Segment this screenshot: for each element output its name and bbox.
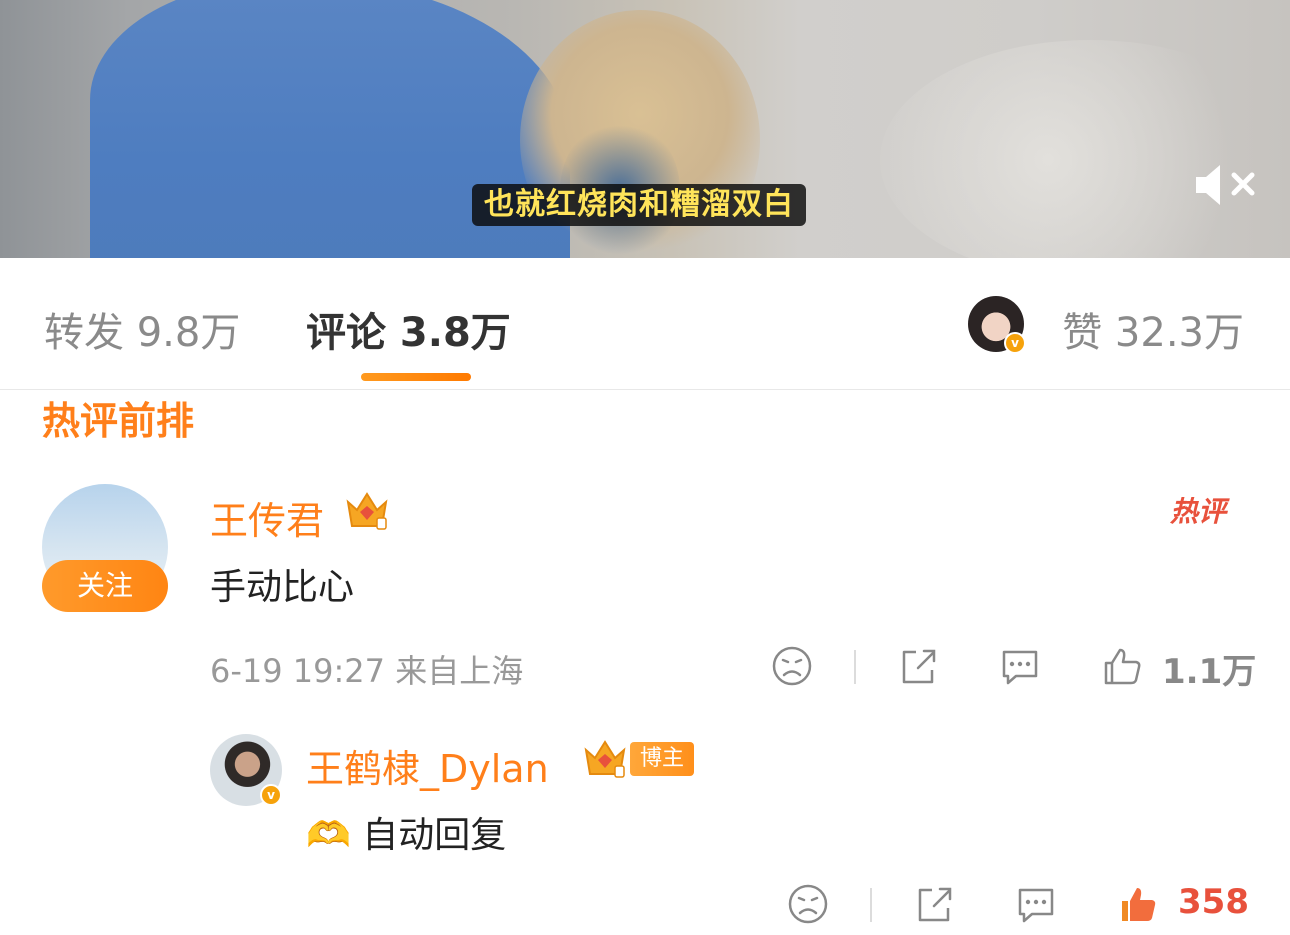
verified-icon: v [1004, 332, 1026, 354]
thumbs-up-icon[interactable] [1100, 644, 1144, 688]
engagement-tabs: 转发 9.8万 评论 3.8万 v 赞 32.3万 [0, 258, 1290, 390]
share-icon[interactable] [896, 644, 940, 688]
reply-avatar[interactable]: v [210, 734, 282, 806]
comment-meta: 6-19 19:27 来自上海 [210, 652, 524, 690]
thumbs-up-icon[interactable] [1116, 882, 1160, 926]
follow-button[interactable]: 关注 [42, 560, 168, 612]
comment-icon[interactable] [998, 644, 1042, 688]
liker-avatar[interactable]: v [968, 296, 1026, 354]
tab-comment[interactable]: 评论 3.8万 [306, 300, 511, 358]
author-tag: 博主 [630, 742, 695, 776]
reply-actions: 358 [786, 882, 1256, 932]
tab-repost[interactable]: 转发 9.8万 [44, 300, 240, 358]
video-frame-background [880, 40, 1290, 258]
comment-actions: 1.1万 [770, 644, 1256, 694]
section-title: 热评前排 [42, 399, 195, 443]
tab-likes[interactable]: 赞 32.3万 [1062, 300, 1244, 358]
crown-icon [346, 492, 388, 530]
action-divider [854, 650, 856, 684]
verified-icon: v [260, 784, 282, 806]
mute-icon[interactable] [1190, 160, 1260, 210]
comment-icon[interactable] [1014, 882, 1058, 926]
like-count: 358 [1178, 882, 1249, 922]
hot-comment-badge: 热评 [1170, 495, 1227, 528]
reply-text: 🫶 自动回复 [306, 815, 507, 856]
video-subtitle: 也就红烧肉和糟溜双白 [472, 184, 806, 226]
frown-icon[interactable] [786, 882, 830, 926]
frown-icon[interactable] [770, 644, 814, 688]
comment-username[interactable]: 王传君 [210, 490, 324, 545]
video-player[interactable]: 也就红烧肉和糟溜双白 [0, 0, 1290, 258]
reply-username[interactable]: 王鹤棣_Dylan [306, 738, 549, 793]
crown-icon [584, 740, 626, 778]
like-count: 1.1万 [1162, 652, 1257, 692]
tab-active-indicator [361, 373, 471, 381]
share-icon[interactable] [912, 882, 956, 926]
action-divider [870, 888, 872, 922]
comment-text: 手动比心 [210, 567, 355, 608]
